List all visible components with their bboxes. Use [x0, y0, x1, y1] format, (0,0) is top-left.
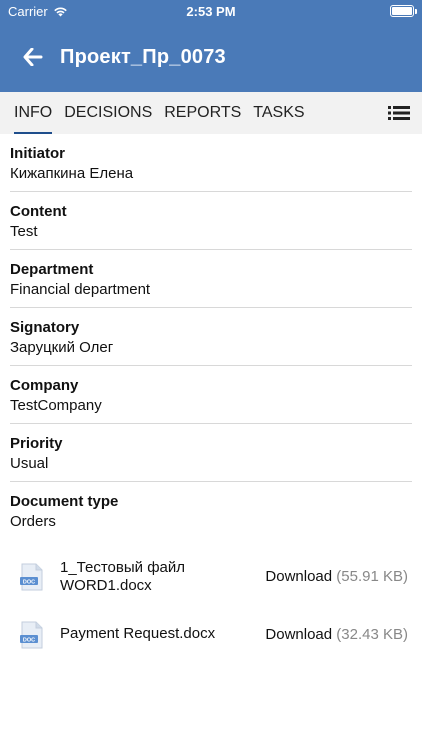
tab-bar: INFO DECISIONS REPORTS TASKS: [0, 92, 422, 134]
tab-decisions[interactable]: DECISIONS: [58, 92, 158, 134]
field-company: Company TestCompany: [10, 366, 412, 424]
attachment-name-line: Payment Request.docx: [60, 625, 216, 642]
field-department: Department Financial department: [10, 250, 412, 308]
field-value: Test: [10, 223, 38, 240]
tab-tasks[interactable]: TASKS: [247, 92, 310, 134]
field-value: Кижапкина Елена: [10, 165, 134, 182]
field-label: Initiator: [10, 145, 65, 162]
app-bar: Проект_Пр_0073: [0, 36, 422, 78]
attachments-list: DOC 1_Тестовый файл WORD1.docx Download …: [0, 548, 422, 664]
field-content: Content Test: [10, 192, 412, 250]
doc-file-icon: DOC: [20, 621, 43, 649]
field-value: Financial department: [10, 281, 151, 298]
back-button[interactable]: [20, 44, 46, 70]
download-link[interactable]: Download: [265, 568, 332, 585]
field-label: Company: [10, 377, 79, 394]
field-document-type: Document type Orders: [10, 482, 412, 540]
list-menu-icon[interactable]: [388, 104, 410, 122]
field-signatory: Signatory Заруцкий Олег: [10, 308, 412, 366]
document-fields: Initiator Кижапкина Елена Content Test D…: [0, 134, 422, 540]
field-label: Document type: [10, 493, 119, 510]
field-value: Orders: [10, 513, 56, 530]
tab-reports[interactable]: REPORTS: [158, 92, 247, 134]
arrow-left-icon: [23, 48, 43, 66]
field-initiator: Initiator Кижапкина Елена: [10, 134, 412, 192]
app-header: Carrier 2:53 PM Проект_Пр_0073: [0, 0, 422, 92]
attachment-name-line: WORD1.docx: [60, 577, 152, 594]
download-link[interactable]: Download: [265, 626, 332, 643]
battery-icon: [390, 5, 417, 17]
page-title: Проект_Пр_0073: [60, 45, 226, 68]
attachment-name-line: 1_Тестовый файл: [60, 559, 186, 576]
download-area: Download (55.91 KB): [265, 567, 408, 587]
attachment-name: 1_Тестовый файл WORD1.docx: [60, 559, 240, 595]
doc-icon-label: DOC: [23, 638, 35, 644]
attachment-item: DOC Payment Request.docx Download (32.43…: [0, 606, 422, 664]
field-label: Signatory: [10, 319, 80, 336]
field-label: Department: [10, 261, 94, 278]
field-label: Priority: [10, 435, 63, 452]
status-time: 2:53 PM: [186, 4, 236, 19]
doc-icon-label: DOC: [23, 580, 35, 586]
field-value: TestCompany: [10, 397, 102, 414]
field-value: Usual: [10, 455, 49, 472]
file-size: (55.91 KB): [336, 568, 408, 585]
attachment-item: DOC 1_Тестовый файл WORD1.docx Download …: [0, 548, 422, 606]
attachment-name: Payment Request.docx: [60, 625, 240, 643]
status-bar: Carrier 2:53 PM: [0, 0, 422, 22]
field-label: Content: [10, 203, 67, 220]
field-value: Заруцкий Олег: [10, 339, 114, 356]
doc-file-icon: DOC: [20, 563, 43, 591]
file-size: (32.43 KB): [336, 626, 408, 643]
field-priority: Priority Usual: [10, 424, 412, 482]
download-area: Download (32.43 KB): [265, 625, 408, 645]
tab-info[interactable]: INFO: [8, 92, 58, 134]
